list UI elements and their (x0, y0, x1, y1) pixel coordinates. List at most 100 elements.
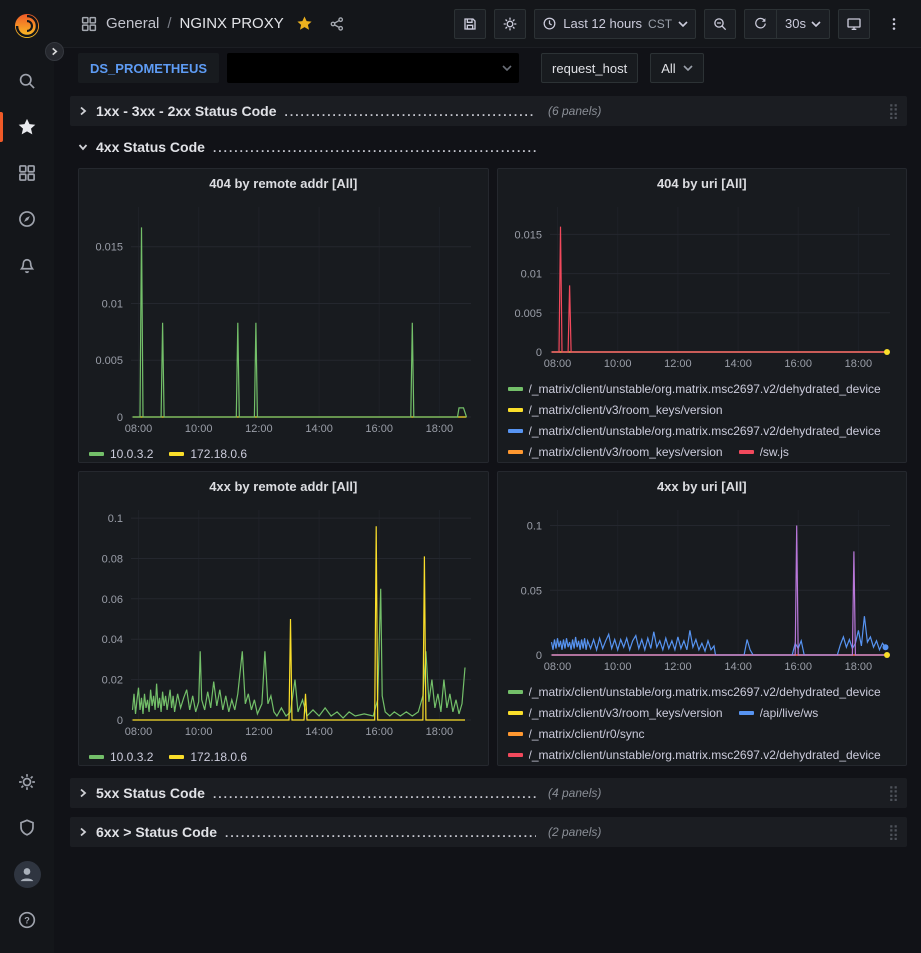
legend-item[interactable]: /_matrix/client/unstable/org.matrix.msc2… (508, 747, 881, 762)
zoom-out-time-button[interactable] (704, 9, 736, 39)
legend-swatch (739, 711, 754, 715)
cycle-view-mode-button[interactable] (838, 9, 870, 39)
y-axis-label: 0 (117, 715, 123, 727)
row-header-6xx[interactable]: 6xx > Status Code ......................… (70, 817, 907, 847)
favorite-star-button[interactable] (292, 11, 317, 36)
legend-item[interactable]: 10.0.3.2 (89, 749, 153, 764)
legend-item[interactable]: 172.18.0.6 (169, 446, 247, 461)
y-axis-label: 0.015 (514, 229, 542, 241)
refresh-interval-dropdown[interactable]: 30s (776, 10, 829, 38)
x-axis-label: 18:00 (426, 423, 454, 435)
legend-item[interactable]: /_matrix/client/v3/room_keys/version (508, 402, 723, 417)
legend-swatch (89, 452, 104, 456)
refresh-icon (753, 16, 768, 31)
legend-label: 172.18.0.6 (190, 447, 247, 461)
refresh-button-group: 30s (744, 9, 830, 39)
gear-icon (502, 16, 518, 32)
legend-item[interactable]: /_matrix/client/unstable/org.matrix.msc2… (508, 381, 881, 396)
dashboard-content: 1xx - 3xx - 2xx Status Code ............… (54, 88, 921, 953)
panel-title[interactable]: 4xx by uri [All] (498, 472, 907, 500)
legend-swatch (508, 408, 523, 412)
breadcrumb: General / NGINX PROXY (80, 11, 349, 36)
y-axis-label: 0.06 (102, 594, 123, 606)
breadcrumb-folder[interactable]: General (106, 15, 159, 32)
y-axis-label: 0 (117, 412, 123, 424)
sidebar-item-server-admin[interactable] (0, 805, 54, 851)
share-button[interactable] (325, 12, 349, 36)
time-series-chart[interactable]: 08:0010:0012:0014:0016:0018:0000.020.040… (87, 500, 481, 740)
x-axis-label: 14:00 (305, 726, 333, 738)
more-options-button[interactable] (878, 9, 909, 39)
row-drag-handle[interactable]: ⣿ (888, 104, 899, 119)
time-range-picker[interactable]: Last 12 hours CST (534, 9, 696, 39)
refresh-button[interactable] (745, 10, 776, 38)
legend-item[interactable]: /sw.js (739, 444, 789, 459)
time-series-chart[interactable]: 08:0010:0012:0014:0016:0018:0000.0050.01… (506, 197, 900, 372)
legend-label: /sw.js (760, 445, 789, 459)
sidebar-item-search[interactable] (0, 58, 54, 104)
panel-legend: 10.0.3.2 172.18.0.6 (79, 745, 488, 765)
series-end-point (884, 349, 890, 355)
time-range-label: Last 12 hours (563, 16, 642, 31)
panel-1: 404 by remote addr [All]08:0010:0012:001… (78, 168, 489, 463)
row-drag-handle[interactable]: ⣿ (888, 825, 899, 840)
sidebar-item-alerting[interactable] (0, 242, 54, 288)
x-axis-label: 10:00 (185, 423, 213, 435)
legend-item[interactable]: /_matrix/client/r0/sync (508, 726, 645, 741)
dashboard-settings-button[interactable] (494, 9, 526, 39)
legend-item[interactable]: /_matrix/client/unstable/org.matrix.msc2… (508, 684, 881, 699)
legend-swatch (508, 429, 523, 433)
x-axis-label: 12:00 (664, 661, 692, 673)
row-leader-dots: ........................................… (213, 141, 536, 155)
datasource-variable-label[interactable]: DS_PROMETHEUS (78, 53, 219, 83)
legend-item[interactable]: /api/live/ws (739, 705, 819, 720)
x-axis-label: 14:00 (305, 423, 333, 435)
legend-item[interactable]: 10.0.3.2 (89, 446, 153, 461)
grafana-logo[interactable] (9, 8, 45, 44)
time-series-chart[interactable]: 08:0010:0012:0014:0016:0018:0000.0050.01… (87, 197, 481, 437)
legend-label: /api/live/ws (760, 706, 819, 720)
sidebar-expand-button[interactable] (45, 42, 64, 61)
sidebar-item-explore[interactable] (0, 196, 54, 242)
sidebar-item-starred[interactable] (0, 104, 54, 150)
legend-label: /_matrix/client/unstable/org.matrix.msc2… (529, 748, 881, 762)
row-header-1xx-3xx-2xx[interactable]: 1xx - 3xx - 2xx Status Code ............… (70, 96, 907, 126)
bell-icon (17, 255, 37, 275)
save-icon (462, 16, 478, 32)
host-variable-select[interactable] (227, 53, 519, 83)
panel-title[interactable]: 404 by uri [All] (498, 169, 907, 197)
legend-item[interactable]: /_matrix/client/v3/room_keys/version (508, 705, 723, 720)
compass-icon (17, 209, 37, 229)
sidebar-item-configuration[interactable] (0, 759, 54, 805)
row-leader-dots: ........................................… (225, 826, 536, 840)
legend-swatch (508, 450, 523, 454)
y-axis-label: 0.02 (102, 675, 123, 687)
time-series-chart[interactable]: 08:0010:0012:0014:0016:0018:0000.050.1 (506, 500, 900, 675)
series-line (551, 227, 885, 352)
chevron-right-icon (78, 827, 88, 837)
request-host-variable-select[interactable]: All (650, 53, 703, 83)
legend-item[interactable]: 172.18.0.6 (169, 749, 247, 764)
legend-item[interactable]: /_matrix/client/unstable/org.matrix.msc2… (508, 423, 881, 438)
chevron-right-icon (78, 106, 88, 116)
row-header-4xx[interactable]: 4xx Status Code ........................… (70, 132, 907, 162)
panel-title[interactable]: 4xx by remote addr [All] (79, 472, 488, 500)
sidebar-item-help[interactable] (0, 897, 54, 943)
panel-title[interactable]: 404 by remote addr [All] (79, 169, 488, 197)
chevron-down-icon (78, 142, 88, 152)
y-axis-label: 0.015 (95, 242, 123, 254)
series-line (551, 616, 885, 655)
legend-item[interactable]: /_matrix/client/v3/room_keys/version (508, 444, 723, 459)
row-lead: 1xx - 3xx - 2xx Status Code ............… (78, 103, 544, 119)
breadcrumb-dashboard-title[interactable]: NGINX PROXY (180, 15, 284, 32)
sidebar-item-dashboards[interactable] (0, 150, 54, 196)
save-dashboard-button[interactable] (454, 9, 486, 39)
gear-icon (17, 772, 37, 792)
row-title: 6xx > Status Code (96, 824, 217, 840)
y-axis-label: 0.1 (108, 513, 123, 525)
panel-2: 404 by uri [All]08:0010:0012:0014:0016:0… (497, 168, 908, 463)
row-drag-handle[interactable]: ⣿ (888, 786, 899, 801)
row-header-5xx[interactable]: 5xx Status Code ........................… (70, 778, 907, 808)
sidebar-item-profile[interactable] (0, 851, 54, 897)
x-axis-label: 16:00 (365, 423, 393, 435)
